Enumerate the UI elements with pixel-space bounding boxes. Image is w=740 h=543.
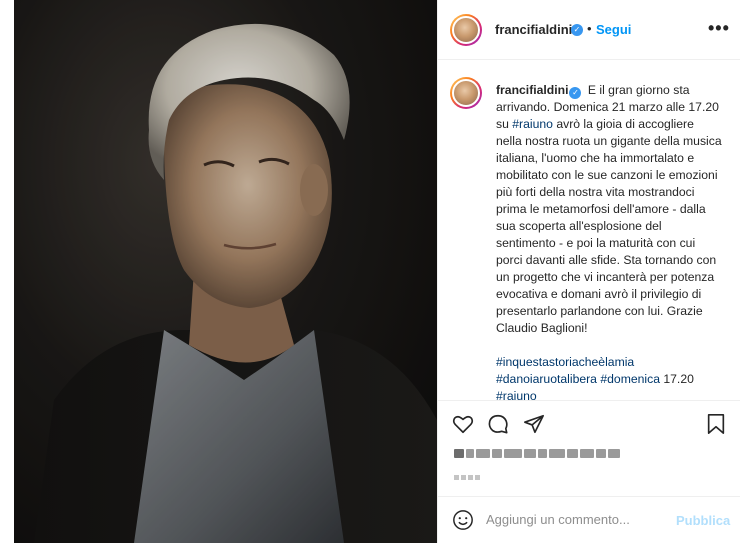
emoji-icon[interactable] (452, 509, 474, 531)
instagram-post-window: francifialdini ✓ • Segui ••• francifiald… (0, 0, 740, 543)
likes-count-blurred (454, 445, 644, 459)
comment-composer: Pubblica (438, 496, 740, 543)
hashtag-link[interactable]: #inquestastoriacheèlamia (496, 355, 634, 369)
hashtag-link[interactable]: #raiuno (512, 117, 553, 131)
post-header: francifialdini ✓ • Segui ••• (438, 0, 740, 60)
caption-username[interactable]: francifialdini (496, 83, 568, 97)
comment-icon[interactable] (487, 413, 509, 435)
heart-icon[interactable] (452, 413, 474, 435)
hashtag-link[interactable]: #danoiaruotalibera (496, 372, 597, 386)
post-photo[interactable] (14, 0, 437, 543)
bookmark-icon[interactable] (706, 413, 726, 435)
post-side-panel: francifialdini ✓ • Segui ••• francifiald… (437, 0, 740, 543)
caption-avatar[interactable] (450, 77, 482, 109)
more-options-icon[interactable]: ••• (708, 18, 730, 39)
hashtag-link[interactable]: #domenica (600, 372, 660, 386)
author-username[interactable]: francifialdini (495, 22, 572, 37)
caption-section[interactable]: francifialdini ✓ E il gran giorno sta arr… (438, 60, 740, 400)
publish-button[interactable]: Pubblica (676, 513, 730, 528)
send-icon[interactable] (523, 413, 545, 435)
comment-input[interactable] (486, 512, 676, 527)
follow-button[interactable]: Segui (596, 22, 631, 37)
post-date-blurred (454, 467, 494, 480)
header-separator: • (587, 21, 592, 36)
caption-body-part2: avrò la gioia di accogliere nella nostra… (496, 117, 722, 335)
action-bar (438, 400, 740, 496)
caption-text: francifialdini ✓ E il gran giorno sta arr… (496, 82, 722, 400)
hashtag-link[interactable]: #raiuno (496, 389, 537, 400)
verified-badge-icon: ✓ (571, 24, 583, 36)
portrait-image (14, 0, 437, 543)
verified-badge-icon: ✓ (569, 87, 582, 99)
caption-time: 17.20 (659, 372, 694, 386)
author-avatar[interactable] (450, 14, 482, 46)
